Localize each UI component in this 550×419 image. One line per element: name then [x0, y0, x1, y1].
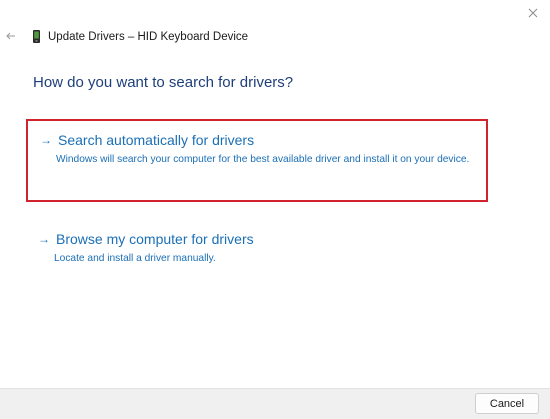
option-description: Windows will search your computer for th…: [56, 154, 470, 165]
keyboard-device-icon: [33, 30, 40, 43]
option-title: Search automatically for drivers: [58, 132, 255, 148]
option-description: Locate and install a driver manually.: [54, 253, 216, 264]
option-title: Browse my computer for drivers: [56, 231, 254, 247]
arrow-right-icon: →: [38, 232, 50, 246]
close-icon: [528, 8, 538, 18]
close-button[interactable]: [522, 2, 544, 24]
option-title-row: → Search automatically for drivers: [40, 132, 474, 148]
search-automatically-option[interactable]: → Search automatically for drivers Windo…: [26, 119, 488, 202]
back-arrow-icon: [6, 32, 15, 40]
update-drivers-window: Update Drivers – HID Keyboard Device How…: [0, 0, 550, 419]
window-title: Update Drivers – HID Keyboard Device: [48, 30, 249, 43]
arrow-right-icon: →: [40, 133, 52, 147]
option-title-row: → Browse my computer for drivers: [38, 231, 476, 247]
browse-computer-option[interactable]: → Browse my computer for drivers Locate …: [26, 227, 488, 272]
dialog-footer: Cancel: [0, 388, 550, 419]
cancel-button[interactable]: Cancel: [475, 393, 539, 414]
title-bar: Update Drivers – HID Keyboard Device: [33, 30, 248, 43]
back-button[interactable]: [4, 29, 18, 43]
page-heading: How do you want to search for drivers?: [33, 74, 294, 91]
